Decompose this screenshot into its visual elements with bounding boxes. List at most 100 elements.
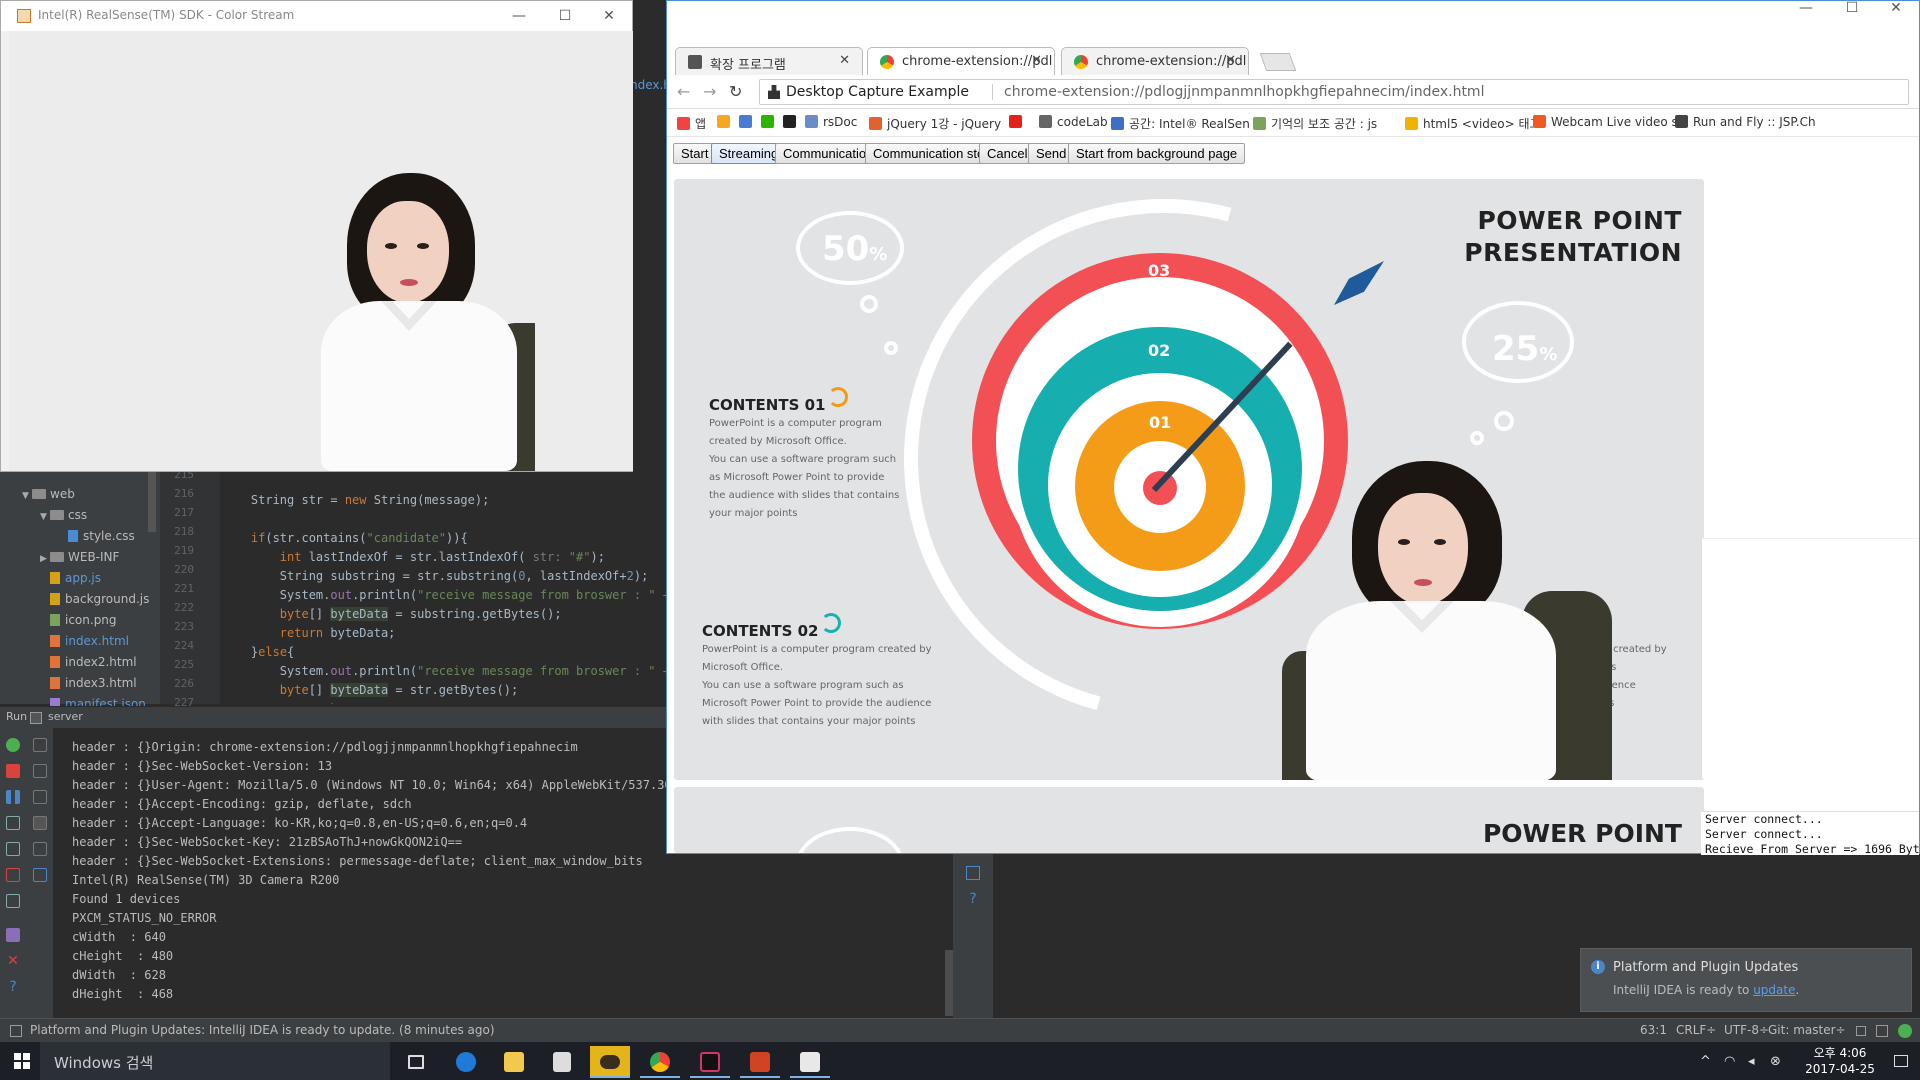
arrow-up-icon[interactable] bbox=[33, 738, 47, 752]
tab-close-icon[interactable]: ✕ bbox=[839, 53, 850, 68]
project-tree-scrollbar[interactable] bbox=[148, 472, 156, 532]
bookmark-item[interactable]: 공간: Intel® RealSen bbox=[1111, 115, 1250, 132]
file-explorer-icon[interactable] bbox=[494, 1046, 534, 1078]
code-editor[interactable]: String str = new String(message); if(str… bbox=[222, 472, 666, 704]
caret-position[interactable]: 63:1 bbox=[1640, 1023, 1667, 1037]
minimize-button[interactable]: — bbox=[1783, 0, 1829, 23]
exit-icon[interactable] bbox=[6, 868, 20, 882]
soft-wrap-icon[interactable] bbox=[33, 790, 47, 804]
powerpoint-icon[interactable] bbox=[740, 1046, 780, 1078]
bookmark-item[interactable]: html5 <video> 태그 bbox=[1405, 115, 1541, 132]
tab-extensions[interactable]: 확장 프로그램 ✕ bbox=[675, 47, 863, 75]
volume-icon[interactable]: ◂ bbox=[1748, 1054, 1755, 1069]
store-icon[interactable] bbox=[542, 1046, 582, 1078]
git-branch[interactable]: Git: master÷ bbox=[1768, 1023, 1846, 1037]
update-notification[interactable]: i Platform and Plugin Updates IntelliJ I… bbox=[1580, 948, 1912, 1012]
bookmark-item[interactable] bbox=[783, 115, 801, 129]
status-bar-toggle-icon[interactable] bbox=[10, 1025, 22, 1037]
file-encoding[interactable]: UTF-8÷ bbox=[1724, 1023, 1769, 1037]
rerun-icon[interactable] bbox=[6, 738, 20, 752]
windows-start-icon[interactable] bbox=[14, 1053, 30, 1069]
close-button[interactable]: ✕ bbox=[586, 1, 632, 31]
run-console[interactable]: header : {}Origin: chrome-extension://pd… bbox=[54, 728, 666, 1018]
forward-icon[interactable]: → bbox=[703, 82, 716, 101]
bookmark-item[interactable]: Webcam Live video s bbox=[1533, 115, 1678, 129]
help-icon[interactable]: ? bbox=[6, 980, 20, 994]
cancel-button[interactable]: Cancel bbox=[979, 143, 1036, 164]
bookmark-favicon-icon bbox=[805, 115, 818, 128]
reload-icon[interactable]: ↻ bbox=[729, 82, 742, 101]
pin-icon[interactable] bbox=[6, 928, 20, 942]
action-center-icon[interactable] bbox=[1894, 1055, 1908, 1067]
event-log-icon[interactable] bbox=[1898, 1024, 1912, 1038]
chevron-down-icon[interactable]: ▼ bbox=[22, 486, 32, 506]
network-error-icon[interactable]: ⊗ bbox=[1770, 1054, 1781, 1069]
console-scrollbar[interactable] bbox=[945, 950, 953, 1016]
bookmark-item[interactable] bbox=[717, 115, 735, 129]
minimize-button[interactable]: — bbox=[496, 1, 542, 31]
bookmark-item[interactable]: 앱 bbox=[677, 115, 706, 132]
java-app-icon[interactable] bbox=[790, 1046, 830, 1078]
chevron-down-icon[interactable]: ▼ bbox=[40, 507, 50, 527]
project-tree-item[interactable]: style.css bbox=[58, 526, 135, 546]
trash-icon[interactable] bbox=[33, 868, 47, 882]
dump-threads-icon[interactable] bbox=[6, 816, 20, 830]
arrow-down-icon[interactable] bbox=[33, 764, 47, 778]
bookmark-item[interactable]: jQuery 1강 - jQuery bbox=[869, 115, 1001, 132]
close-icon[interactable]: ✕ bbox=[6, 954, 20, 968]
project-tree-item[interactable]: index2.html bbox=[40, 652, 137, 672]
project-tree-item[interactable]: ▼ css bbox=[40, 505, 87, 525]
pause-icon[interactable] bbox=[6, 790, 20, 804]
maximize-button[interactable]: ☐ bbox=[542, 1, 588, 31]
run-config-name[interactable]: server bbox=[48, 710, 83, 723]
project-tree-item[interactable]: background.js bbox=[40, 589, 149, 609]
inspector-icon[interactable] bbox=[1876, 1025, 1888, 1037]
update-link[interactable]: update bbox=[1753, 983, 1795, 997]
bookmark-item[interactable]: codeLab bbox=[1039, 115, 1108, 129]
status-message[interactable]: Platform and Plugin Updates: IntelliJ ID… bbox=[30, 1023, 495, 1037]
bookmark-item[interactable]: Run and Fly :: JSP.Ch bbox=[1675, 115, 1816, 129]
bookmark-item[interactable] bbox=[1009, 115, 1027, 129]
bookmark-item[interactable]: rsDoc bbox=[805, 115, 857, 129]
lock-icon[interactable] bbox=[1856, 1026, 1866, 1036]
start-button[interactable]: Start bbox=[673, 143, 717, 164]
bookmark-item[interactable] bbox=[739, 115, 757, 129]
print-icon[interactable] bbox=[33, 842, 47, 856]
tab-close-icon[interactable]: ✕ bbox=[1031, 53, 1042, 68]
tab-extension-page[interactable]: chrome-extension://pdl ✕ bbox=[1061, 47, 1249, 75]
project-tree-item[interactable]: index3.html bbox=[40, 673, 137, 693]
maximize-button[interactable]: ☐ bbox=[1829, 0, 1875, 23]
layout-icon[interactable] bbox=[6, 894, 20, 908]
intellij-icon[interactable] bbox=[690, 1046, 730, 1078]
project-tree-item[interactable]: icon.png bbox=[40, 610, 117, 630]
close-button[interactable]: ✕ bbox=[1873, 0, 1919, 23]
task-view-icon[interactable] bbox=[396, 1046, 436, 1078]
address-bar[interactable]: Desktop Capture Example chrome-extension… bbox=[759, 79, 1909, 105]
chrome-icon[interactable] bbox=[640, 1046, 680, 1078]
project-tree-item[interactable]: ▼ web bbox=[22, 484, 75, 504]
back-icon[interactable]: ← bbox=[677, 82, 690, 101]
editor-tab-fragment[interactable]: ndex.h bbox=[630, 78, 671, 92]
scroll-to-end-icon[interactable] bbox=[33, 816, 47, 830]
stop-icon[interactable] bbox=[6, 764, 20, 778]
clock[interactable]: 오후 4:06 2017-04-25 bbox=[1800, 1045, 1880, 1077]
project-tree-item[interactable]: app.js bbox=[40, 568, 101, 588]
help-icon[interactable]: ? bbox=[966, 892, 980, 906]
camera-icon[interactable] bbox=[6, 842, 20, 856]
bookmark-item[interactable] bbox=[761, 115, 779, 129]
kakaotalk-icon[interactable] bbox=[590, 1046, 630, 1078]
project-tree-item[interactable]: index.html bbox=[40, 631, 129, 651]
taskbar-search-box[interactable]: Windows 검색 bbox=[40, 1042, 390, 1080]
trash-icon[interactable] bbox=[966, 866, 980, 880]
line-separator[interactable]: CRLF÷ bbox=[1676, 1023, 1716, 1037]
edge-icon[interactable] bbox=[446, 1046, 486, 1078]
new-tab-button[interactable] bbox=[1259, 53, 1297, 71]
wifi-icon[interactable]: ◠ bbox=[1724, 1054, 1735, 1069]
project-tree-item[interactable]: ▶ WEB-INF bbox=[40, 547, 119, 567]
tab-desktop-capture[interactable]: chrome-extension://pdl ✕ bbox=[867, 47, 1055, 75]
tab-close-icon[interactable]: ✕ bbox=[1225, 53, 1236, 68]
chevron-up-icon[interactable]: ^ bbox=[1700, 1054, 1711, 1069]
chevron-right-icon[interactable]: ▶ bbox=[40, 549, 50, 569]
start-from-background-button[interactable]: Start from background page bbox=[1068, 143, 1246, 164]
bookmark-item[interactable]: 기억의 보조 공간 : js bbox=[1253, 115, 1377, 132]
